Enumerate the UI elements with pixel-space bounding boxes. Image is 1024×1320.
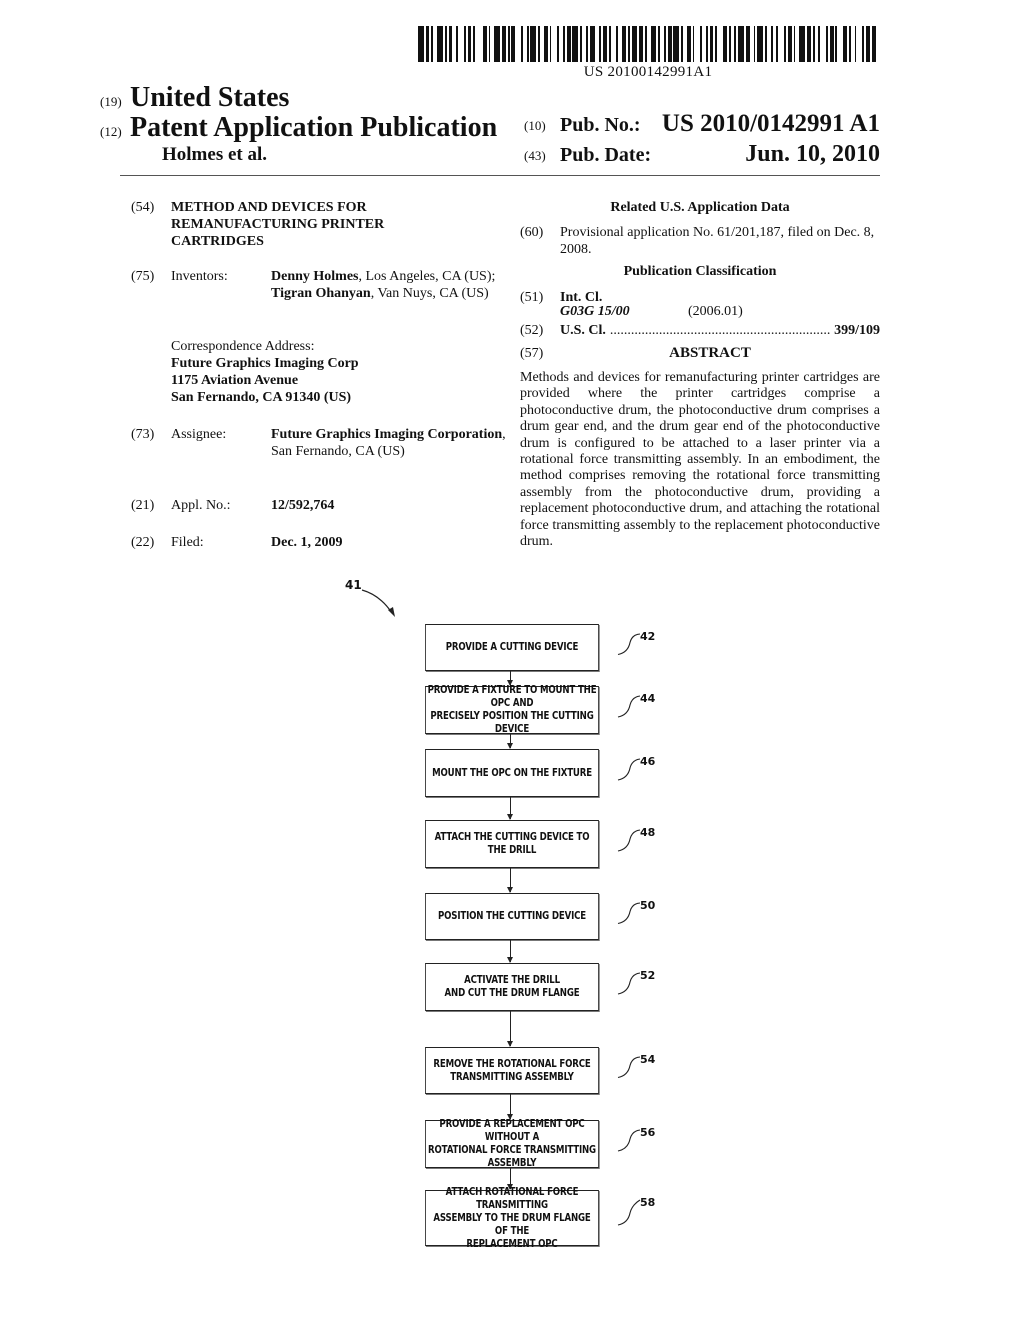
reference-leader-line xyxy=(617,1199,641,1226)
step-reference-number: 52 xyxy=(640,969,656,982)
step-reference-number: 56 xyxy=(640,1126,656,1139)
reference-leader-line xyxy=(617,758,641,781)
reference-leader-line xyxy=(617,695,641,718)
step-reference-number: 54 xyxy=(640,1053,656,1066)
flow-arrow xyxy=(507,797,513,820)
flowchart-step: ATTACH THE CUTTING DEVICE TO THE DRILL xyxy=(425,820,599,868)
reference-leader-line xyxy=(617,829,641,852)
step-reference-number: 50 xyxy=(640,899,656,912)
flow-arrow xyxy=(507,734,513,749)
flowchart-step: ACTIVATE THE DRILL AND CUT THE DRUM FLAN… xyxy=(425,963,599,1011)
flowchart-step: POSITION THE CUTTING DEVICE xyxy=(425,893,599,940)
flow-arrow xyxy=(507,940,513,963)
flow-arrow xyxy=(507,671,513,686)
figure-pointer-arrow xyxy=(361,589,393,614)
step-reference-number: 44 xyxy=(640,692,656,705)
flow-arrow xyxy=(507,868,513,893)
flowchart-step: ATTACH ROTATIONAL FORCE TRANSMITTING ASS… xyxy=(425,1186,599,1250)
flowchart-step: REMOVE THE ROTATIONAL FORCE TRANSMITTING… xyxy=(425,1047,599,1094)
step-reference-number: 46 xyxy=(640,755,656,768)
flow-arrow xyxy=(507,1094,513,1120)
reference-leader-line xyxy=(617,1129,641,1152)
flow-arrow xyxy=(507,1011,513,1047)
step-reference-number: 42 xyxy=(640,630,656,643)
step-reference-number: 58 xyxy=(640,1196,656,1209)
flowchart-step: MOUNT THE OPC ON THE FIXTURE xyxy=(425,749,599,797)
flowchart-step: PROVIDE A REPLACEMENT OPC WITHOUT A ROTA… xyxy=(425,1118,599,1169)
step-reference-number: 48 xyxy=(640,826,656,839)
reference-leader-line xyxy=(617,1056,641,1079)
flowchart-step: PROVIDE A FIXTURE TO MOUNT THE OPC AND P… xyxy=(425,684,599,735)
reference-leader-line xyxy=(617,633,641,656)
flowchart-step: PROVIDE A CUTTING DEVICE xyxy=(425,624,599,671)
reference-leader-line xyxy=(617,972,641,995)
reference-leader-line xyxy=(617,902,641,925)
